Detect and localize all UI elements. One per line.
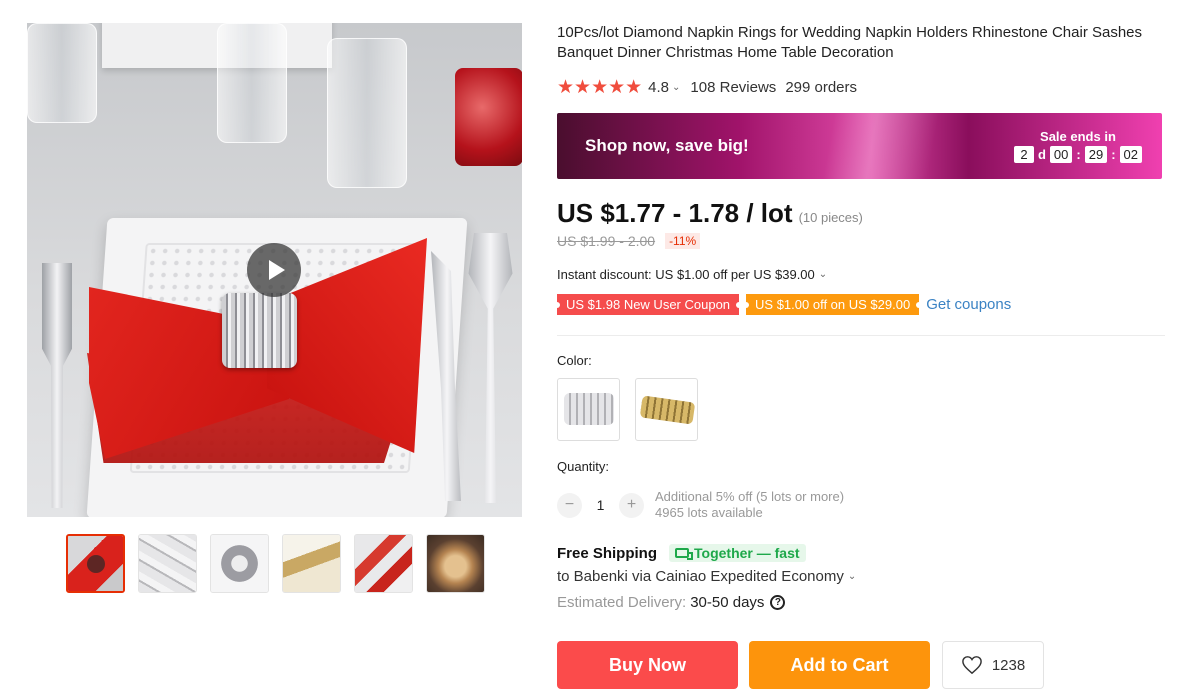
shipping-destination[interactable]: to Babenki via Cainiao Expedited Economy… (557, 568, 866, 585)
divider (557, 335, 1165, 336)
instant-discount[interactable]: Instant discount: US $1.00 off per US $3… (557, 267, 837, 282)
image-glass-2 (327, 38, 407, 188)
rating-value[interactable]: 4.8 (648, 79, 669, 96)
wishlist-count: 1238 (991, 656, 1026, 674)
shipping-row: Free Shipping Together — fast (557, 544, 806, 562)
get-coupons-link[interactable]: Get coupons (926, 296, 1011, 313)
image-glass-3 (27, 23, 97, 123)
estimated-delivery: Estimated Delivery: 30-50 days ? (557, 594, 786, 611)
thumbnail-strip (66, 534, 485, 593)
quantity-stepper: − 1 + Additional 5% off (5 lots or more)… (557, 489, 844, 521)
countdown-days-label: d (1037, 147, 1046, 162)
rating-row: ★★★★★ 4.8 ⌄ 108 Reviews 299 orders (557, 76, 857, 99)
stock-available: 4965 lots available (655, 505, 763, 520)
image-glass-1 (217, 23, 287, 143)
price-row: US $1.77 - 1.78 / lot (10 pieces) (557, 198, 863, 229)
chevron-down-icon: ⌄ (818, 269, 828, 280)
add-to-cart-button[interactable]: Add to Cart (749, 641, 930, 689)
color-label: Color: (557, 353, 592, 368)
star-icon: ★★★★★ (557, 77, 643, 98)
main-product-image[interactable] (27, 23, 522, 517)
banner-text: Shop now, save big! (585, 136, 749, 155)
countdown-minutes: 29 (1084, 146, 1108, 163)
thumbnail-6[interactable] (426, 534, 485, 593)
store-coupon[interactable]: US $1.00 off on US $29.00 (743, 294, 923, 315)
product-title: 10Pcs/lot Diamond Napkin Rings for Weddi… (557, 24, 1143, 61)
thumbnail-4[interactable] (282, 534, 341, 593)
discount-badge: -11% (665, 233, 701, 249)
play-icon[interactable] (247, 243, 301, 297)
buy-now-button[interactable]: Buy Now (557, 641, 738, 689)
countdown-hours: 00 (1049, 146, 1073, 163)
chevron-down-icon[interactable]: ⌄ (672, 82, 680, 93)
original-price: US $1.99 - 2.00 (557, 233, 656, 249)
color-swatch-gold[interactable] (635, 378, 698, 441)
quantity-minus-button[interactable]: − (557, 492, 582, 518)
quantity-info: Additional 5% off (5 lots or more) 4965 … (655, 489, 844, 521)
chevron-down-icon: ⌄ (847, 571, 857, 582)
wishlist-button[interactable]: 1238 (942, 641, 1044, 689)
quantity-label: Quantity: (557, 459, 610, 474)
quantity-input[interactable]: 1 (582, 497, 619, 513)
orders-count: 299 orders (785, 79, 858, 96)
new-user-coupon[interactable]: US $1.98 New User Coupon (553, 294, 743, 315)
truck-icon (675, 548, 694, 560)
delivery-days: 30-50 days (690, 594, 765, 611)
image-napkin-ring (222, 293, 297, 368)
help-icon[interactable]: ? (770, 595, 786, 610)
color-swatch-silver[interactable] (557, 378, 620, 441)
color-swatches (557, 378, 698, 441)
free-shipping-label: Free Shipping (557, 544, 658, 562)
countdown-days: 2 (1013, 146, 1034, 163)
heart-icon (961, 656, 982, 675)
countdown-seconds: 02 (1119, 146, 1142, 163)
coupon-row: US $1.98 New User Coupon US $1.00 off on… (553, 294, 1011, 315)
thumbnail-2[interactable] (138, 534, 197, 593)
bulk-discount-text: Additional 5% off (5 lots or more) (655, 489, 845, 504)
together-fast-badge: Together — fast (669, 544, 806, 562)
delivery-label: Estimated Delivery: (557, 594, 687, 611)
reviews-link[interactable]: 108 Reviews (690, 79, 776, 96)
thumbnail-1[interactable] (66, 534, 125, 593)
image-candle (455, 68, 522, 166)
current-price: US $1.77 - 1.78 / lot (557, 198, 793, 228)
sale-countdown: Sale ends in 2 d 00 : 29 : 02 (1013, 129, 1142, 163)
sale-ends-label: Sale ends in (1040, 129, 1116, 144)
quantity-plus-button[interactable]: + (619, 492, 644, 518)
sale-banner[interactable]: Shop now, save big! Sale ends in 2 d 00 … (557, 113, 1162, 179)
thumbnail-5[interactable] (354, 534, 413, 593)
pieces-per-lot: (10 pieces) (798, 210, 863, 225)
original-price-row: US $1.99 - 2.00 -11% (557, 233, 701, 249)
thumbnail-3[interactable] (210, 534, 269, 593)
